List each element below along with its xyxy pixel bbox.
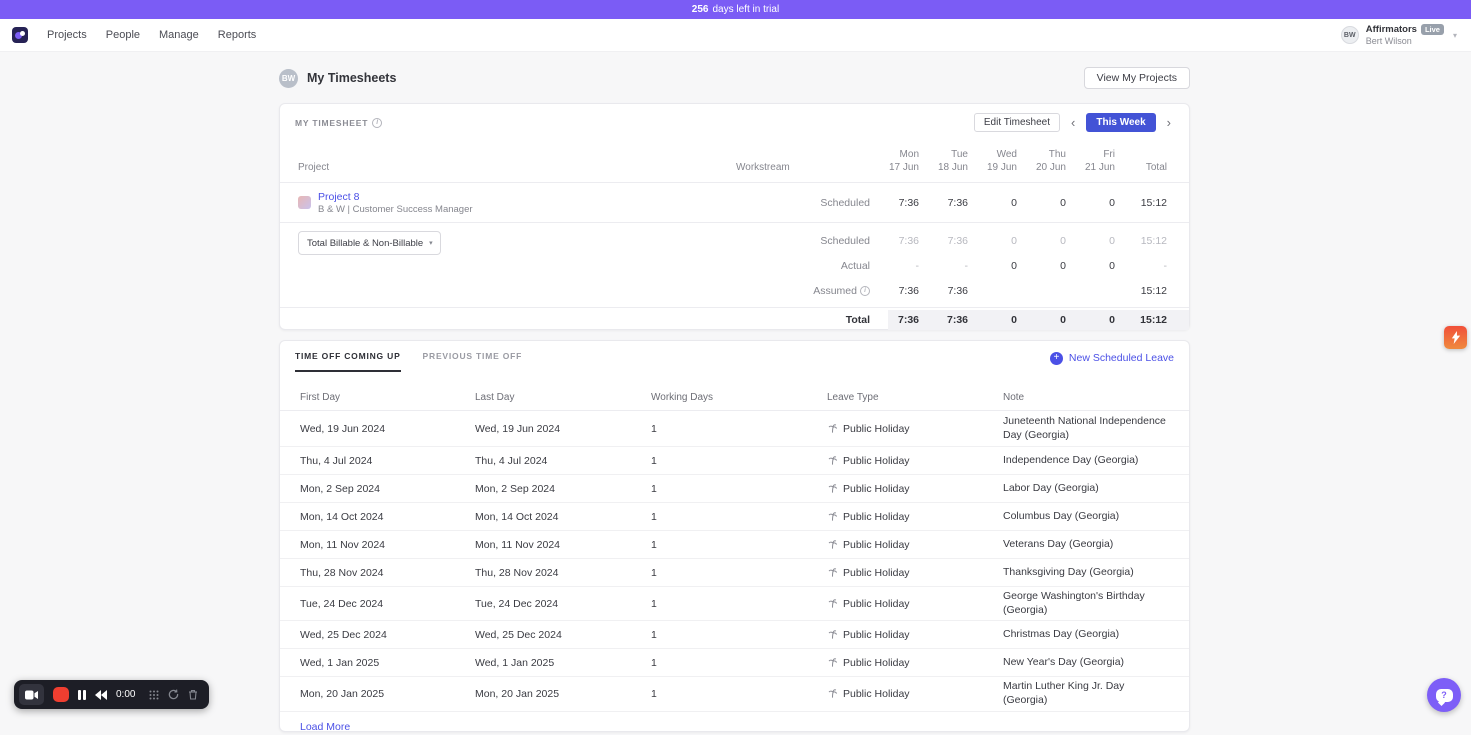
cell-mon: 7:36 (898, 196, 919, 209)
timesheet-section-label: My Timesheet i (295, 117, 383, 128)
tab-previous-time-off[interactable]: Previous Time Off (423, 351, 523, 372)
cell-total: 15:12 (1140, 196, 1167, 209)
new-scheduled-leave-button[interactable]: + New Scheduled Leave (1049, 351, 1174, 365)
chevron-down-icon: ▾ (429, 240, 433, 247)
time-off-row: Wed, 1 Jan 2025 Wed, 1 Jan 2025 1 Public… (280, 649, 1189, 678)
this-week-button[interactable]: This Week (1086, 113, 1156, 132)
rewind-button[interactable] (95, 689, 107, 700)
palm-tree-icon (828, 630, 838, 639)
my-timesheet-card: My Timesheet i Edit Timesheet ‹ This Wee… (279, 103, 1190, 330)
chat-bubble-icon: ? (1435, 688, 1453, 702)
page-header: BW My Timesheets View My Projects (279, 66, 1190, 90)
nav-item-manage[interactable]: Manage (159, 29, 199, 41)
palm-tree-icon (828, 599, 838, 608)
palm-tree-icon (828, 689, 838, 699)
column-header-project: Project (298, 162, 330, 173)
tab-time-off-coming-up[interactable]: Time Off Coming Up (295, 351, 401, 372)
cell-fri: 0 (1109, 196, 1115, 209)
project-subtitle: B & W | Customer Success Manager (318, 203, 473, 215)
camera-button[interactable] (19, 684, 44, 705)
assumed-summary-row: Assumed i 7:36 7:36 15:12 (813, 284, 1167, 297)
trash-icon (189, 690, 197, 700)
rewind-icon (95, 689, 107, 700)
palm-tree-icon (828, 540, 838, 549)
time-off-row: Mon, 11 Nov 2024 Mon, 11 Nov 2024 1 Publ… (280, 531, 1189, 559)
trial-message: days left in trial (712, 4, 780, 15)
time-off-row: Mon, 14 Oct 2024 Mon, 14 Oct 2024 1 Publ… (280, 503, 1189, 531)
palm-tree-icon (828, 568, 838, 577)
account-avatar[interactable]: BW (1340, 26, 1359, 44)
palm-tree-icon (828, 484, 838, 493)
time-off-row: Mon, 2 Sep 2024 Mon, 2 Sep 2024 1 Public… (280, 475, 1189, 503)
palm-tree-icon (828, 512, 838, 521)
time-off-row: Thu, 28 Nov 2024 Thu, 28 Nov 2024 1 Publ… (280, 559, 1189, 587)
nav-item-reports[interactable]: Reports (218, 29, 257, 41)
timesheet-header-row: Project Workstream Mon 17 Jun Tue 18 Jun W… (280, 148, 1189, 183)
column-header-total: Total (1145, 162, 1167, 173)
org-name: Affirmators (1365, 24, 1417, 35)
nav-item-projects[interactable]: Projects (47, 29, 87, 41)
info-icon[interactable]: i (860, 285, 870, 296)
time-off-row: Tue, 24 Dec 2024 Tue, 24 Dec 2024 1 Publ… (280, 587, 1189, 622)
page-title: My Timesheets (307, 71, 397, 85)
project-row: Project 8 B & W | Customer Success Manag… (280, 183, 1189, 223)
capture-widget-button[interactable] (1444, 326, 1467, 349)
cell-wed: 0 (1011, 196, 1017, 209)
camera-icon (25, 690, 38, 699)
column-header-wed: Wed 19 Jun (986, 149, 1017, 173)
column-header-fri: Fri 21 Jun (1084, 149, 1115, 173)
screen-recorder-toolbar: 0:00 (14, 680, 209, 709)
edit-timesheet-button[interactable]: Edit Timesheet (973, 113, 1061, 132)
view-my-projects-button[interactable]: View My Projects (1083, 67, 1190, 89)
trial-banner: 256 days left in trial (0, 0, 1471, 19)
help-button[interactable]: ? (1427, 678, 1461, 712)
time-off-header-row: First Day Last Day Working Days Leave Ty… (280, 392, 1189, 411)
time-off-card: Time Off Coming Up Previous Time Off + N… (279, 340, 1190, 733)
account-menu[interactable]: BW Affirmators Live Bert Wilson ▾ (1340, 24, 1461, 46)
column-header-workstream: Workstream (736, 162, 790, 173)
plus-icon: + (1049, 351, 1063, 365)
palm-tree-icon (828, 658, 838, 667)
time-off-row: Mon, 20 Jan 2025 Mon, 20 Jan 2025 1 Publ… (280, 677, 1189, 712)
stop-recording-button[interactable] (53, 687, 69, 702)
column-header-tue: Tue 18 Jun (937, 149, 968, 173)
nav-item-people[interactable]: People (106, 29, 140, 41)
restart-recording-button[interactable] (168, 689, 179, 700)
time-off-row: Wed, 25 Dec 2024 Wed, 25 Dec 2024 1 Publ… (280, 621, 1189, 650)
time-off-row: Thu, 4 Jul 2024 Thu, 4 Jul 2024 1 Public… (280, 447, 1189, 475)
blur-tool-button[interactable] (149, 690, 159, 700)
next-week-button[interactable]: › (1164, 116, 1174, 129)
pause-button[interactable] (78, 689, 86, 700)
billable-filter-dropdown[interactable]: Total Billable & Non-Billable ▾ (298, 231, 441, 255)
palm-tree-icon (828, 424, 838, 433)
app-logo-icon[interactable] (12, 27, 28, 43)
avatar: BW (279, 68, 298, 88)
chevron-down-icon[interactable]: ▾ (1453, 31, 1457, 40)
project-link[interactable]: Project 8 (318, 191, 473, 203)
recording-timer: 0:00 (116, 689, 136, 700)
column-header-mon: Mon 17 Jun (888, 149, 919, 173)
live-badge: Live (1420, 24, 1444, 35)
pause-icon (78, 689, 86, 700)
palm-tree-icon (828, 456, 838, 465)
cell-thu: 0 (1060, 196, 1066, 209)
info-icon[interactable]: i (372, 117, 383, 128)
actual-summary-row: Actual - - 0 0 0 - (840, 259, 1167, 272)
grid-dots-icon (149, 690, 159, 699)
trial-days: 256 (691, 4, 709, 15)
total-row: Total 7:36 7:36 0 0 0 15:12 (280, 307, 1189, 332)
load-more-link[interactable]: Load More (300, 721, 350, 733)
user-name: Bert Wilson (1365, 36, 1412, 46)
row-type-label: Scheduled (820, 196, 870, 209)
time-off-row: Wed, 19 Jun 2024 Wed, 19 Jun 2024 1 Publ… (280, 411, 1189, 447)
restart-icon (168, 689, 179, 700)
cancel-recording-button[interactable] (188, 689, 198, 700)
top-navbar: Projects People Manage Reports BW Affirm… (0, 19, 1471, 52)
lightning-icon (1451, 331, 1460, 344)
project-icon (298, 196, 311, 209)
column-header-thu: Thu 20 Jun (1035, 149, 1066, 173)
cell-tue: 7:36 (947, 196, 968, 209)
previous-week-button[interactable]: ‹ (1068, 116, 1078, 129)
